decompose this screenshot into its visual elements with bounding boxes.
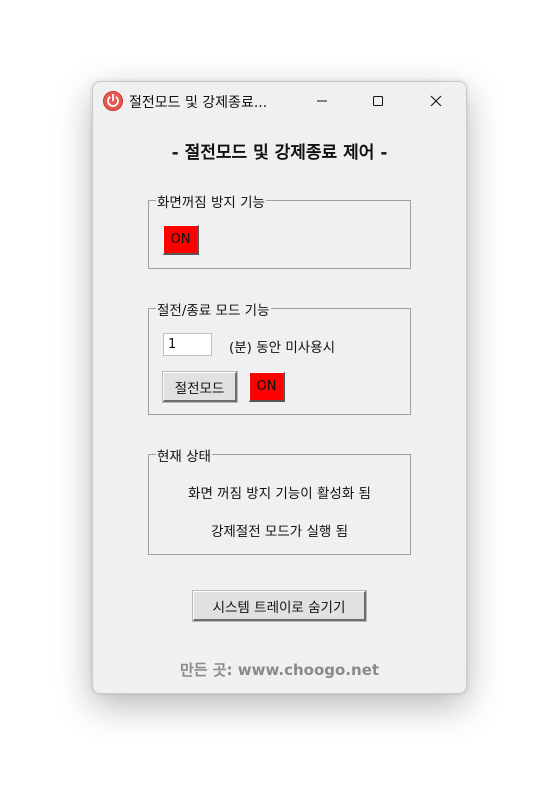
status-line-sleep: 강제절전 모드가 실행 됨 [210,524,349,540]
screen-keepalive-label: 화면꺼짐 방지 기능 [156,191,266,211]
power-icon [103,91,123,111]
screen-keepalive-group: 화면꺼짐 방지 기능 ON [148,191,411,269]
status-label: 현재 상태 [156,445,212,465]
sleep-shutdown-label: 절전/종료 모드 기능 [156,299,271,319]
close-icon [430,95,442,107]
minutes-input[interactable]: 1 [163,333,212,356]
minutes-suffix-label: (분) 동안 미사용시 [229,340,336,356]
close-button[interactable] [413,82,459,120]
title-bar[interactable]: 절전모드 및 강제종료... [93,82,466,120]
status-line-screen: 화면 꺼짐 방지 기능이 활성화 됨 [188,486,371,502]
minimize-icon [317,100,327,102]
credit-text: 만든 곳: www.choogo.net [179,661,380,679]
sleep-shutdown-group: 절전/종료 모드 기능 1 (분) 동안 미사용시 절전모드 ON [148,299,411,415]
app-window: 절전모드 및 강제종료... - 절전모드 및 강제종료 제어 - 화면꺼짐 방… [92,81,467,694]
maximize-button[interactable] [355,82,401,120]
screen-keepalive-toggle-button[interactable]: ON [163,225,199,255]
sleep-mode-button[interactable]: 절전모드 [162,371,238,403]
minimize-button[interactable] [299,82,345,120]
hide-to-tray-button[interactable]: 시스템 트레이로 숨기기 [192,590,367,622]
page-title: - 절전모드 및 강제종료 제어 - [171,143,388,163]
window-title: 절전모드 및 강제종료... [129,95,268,111]
sleep-shutdown-toggle-button[interactable]: ON [249,372,285,402]
maximize-icon [373,96,383,106]
status-group: 현재 상태 화면 꺼짐 방지 기능이 활성화 됨 강제절전 모드가 실행 됨 [148,445,411,555]
